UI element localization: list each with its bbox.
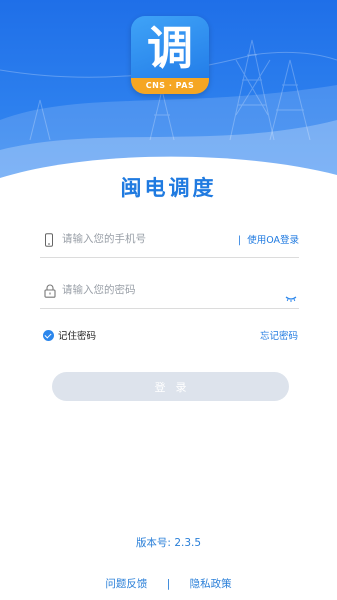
lock-icon <box>44 283 56 302</box>
footer-links: 问题反馈 | 隐私政策 <box>0 576 337 591</box>
remember-label: 记住密码 <box>58 331 97 342</box>
logo-band-text: CNS · PAS <box>131 78 209 94</box>
password-field <box>40 273 299 309</box>
phone-icon <box>44 232 54 251</box>
logo-glyph: 调 <box>147 21 193 75</box>
forgot-password-link[interactable]: 忘记密码 <box>260 328 298 342</box>
phone-input[interactable] <box>62 228 232 250</box>
login-button[interactable]: 登录 <box>52 372 289 401</box>
privacy-link[interactable]: 隐私政策 <box>190 578 232 590</box>
version-label: 版本号: <box>135 537 171 549</box>
version-value: 2.3.5 <box>174 537 202 549</box>
header-banner: 调 CNS · PAS <box>0 0 337 200</box>
phone-field: | 使用OA登录 <box>40 222 299 258</box>
password-input[interactable] <box>62 279 232 301</box>
remember-checkbox[interactable] <box>43 329 54 341</box>
app-title: 闽电调度 <box>120 176 217 200</box>
app-logo: 调 CNS · PAS <box>131 16 209 94</box>
feedback-link[interactable]: 问题反馈 <box>105 578 147 590</box>
version-info: 版本号: 2.3.5 <box>0 535 337 550</box>
oa-separator: | <box>237 235 242 246</box>
eye-closed-icon[interactable] <box>285 287 297 306</box>
oa-login-link[interactable]: 使用OA登录 <box>247 235 299 246</box>
oa-login: | 使用OA登录 <box>238 232 299 246</box>
remember-password[interactable]: 记住密码 <box>43 328 96 342</box>
footer-separator: | <box>166 578 171 590</box>
